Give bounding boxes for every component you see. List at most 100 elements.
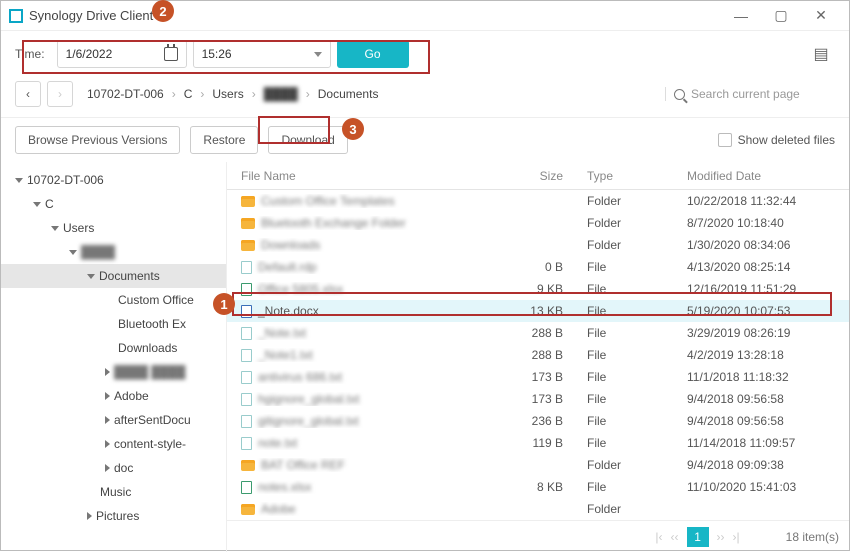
crumb-host[interactable]: 10702-DT-006 xyxy=(87,87,164,101)
tree-item[interactable]: Music xyxy=(1,480,226,504)
tree-item[interactable]: ████ xyxy=(1,240,226,264)
browse-versions-button[interactable]: Browse Previous Versions xyxy=(15,126,180,154)
time-value: 15:26 xyxy=(202,47,232,61)
crumb-users[interactable]: Users xyxy=(212,87,243,101)
show-deleted-label: Show deleted files xyxy=(738,133,835,147)
restore-button[interactable]: Restore xyxy=(190,126,258,154)
col-size[interactable]: Size xyxy=(501,169,581,183)
crumb-documents[interactable]: Documents xyxy=(318,87,379,101)
file-size: 119 B xyxy=(501,436,581,450)
file-type: Folder xyxy=(581,458,681,472)
file-type: File xyxy=(581,326,681,340)
tree-item[interactable]: afterSentDocu xyxy=(1,408,226,432)
table-row[interactable]: hgignore_global.txt173 BFile9/4/2018 09:… xyxy=(227,388,849,410)
chevron-right-icon[interactable] xyxy=(105,464,110,472)
chevron-right-icon[interactable] xyxy=(87,512,92,520)
folder-icon xyxy=(241,504,255,515)
tree-item[interactable]: Downloads xyxy=(1,336,226,360)
table-row[interactable]: BAT Office REFFolder9/4/2018 09:09:38 xyxy=(227,454,849,476)
table-row[interactable]: Default.rdp0 BFile4/13/2020 08:25:14 xyxy=(227,256,849,278)
table-row[interactable]: gitignore_global.txt236 BFile9/4/2018 09… xyxy=(227,410,849,432)
chevron-right-icon[interactable] xyxy=(105,416,110,424)
tree-item[interactable]: Documents xyxy=(1,264,226,288)
tree-item[interactable]: Pictures xyxy=(1,504,226,528)
chevron-down-icon[interactable] xyxy=(51,226,59,231)
show-deleted-checkbox[interactable] xyxy=(718,133,732,147)
table-row[interactable]: notes.xlsx8 KBFile11/10/2020 15:41:03 xyxy=(227,476,849,498)
tree-item[interactable]: content-style- xyxy=(1,432,226,456)
table-row[interactable]: _Note.docx13 KBFile5/19/2020 10:07:53 xyxy=(227,300,849,322)
nav-back-button[interactable]: ‹ xyxy=(15,81,41,107)
window-maximize-button[interactable]: ▢ xyxy=(761,7,801,24)
tree-item-label: ████ ████ xyxy=(114,365,185,379)
col-date[interactable]: Modified Date xyxy=(681,169,841,183)
file-type: File xyxy=(581,370,681,384)
go-button[interactable]: Go xyxy=(337,40,409,68)
chevron-down-icon[interactable] xyxy=(87,274,95,279)
file-icon xyxy=(241,349,252,362)
table-row[interactable]: antivirus 686.txt173 BFile11/1/2018 11:1… xyxy=(227,366,849,388)
pager-prev-button[interactable]: ‹‹ xyxy=(671,530,679,544)
pager-total: 18 item(s) xyxy=(786,530,839,544)
pager-next-button[interactable]: ›› xyxy=(717,530,725,544)
chevron-down-icon[interactable] xyxy=(15,178,23,183)
calendar-icon[interactable] xyxy=(164,47,178,61)
crumb-user[interactable]: ████ xyxy=(264,87,298,101)
tree-item-label: Downloads xyxy=(118,341,177,355)
tree-item[interactable]: ████ ████ xyxy=(1,360,226,384)
tree-item[interactable]: Users xyxy=(1,216,226,240)
tree-item-label: Users xyxy=(63,221,94,235)
file-type: File xyxy=(581,436,681,450)
file-icon xyxy=(241,481,252,494)
file-icon xyxy=(241,437,252,450)
table-row[interactable]: DownloadsFolder1/30/2020 08:34:06 xyxy=(227,234,849,256)
tree-item-label: doc xyxy=(114,461,133,475)
file-type: File xyxy=(581,480,681,494)
chevron-right-icon[interactable] xyxy=(105,392,110,400)
col-name[interactable]: File Name xyxy=(235,169,501,183)
pager-last-button[interactable]: ›| xyxy=(733,530,740,544)
folder-tree[interactable]: 10702-DT-006C Users ████DocumentsCustom Of… xyxy=(1,162,227,552)
date-input[interactable]: 1/6/2022 xyxy=(57,40,187,68)
table-row[interactable]: Custom Office TemplatesFolder10/22/2018 … xyxy=(227,190,849,212)
chevron-down-icon[interactable] xyxy=(33,202,41,207)
table-row[interactable]: _Note.txt288 BFile3/29/2019 08:26:19 xyxy=(227,322,849,344)
nav-forward-button[interactable]: › xyxy=(47,81,73,107)
file-date: 11/10/2020 15:41:03 xyxy=(681,480,841,494)
file-name: _Note.docx xyxy=(258,304,319,318)
file-name: antivirus 686.txt xyxy=(258,370,342,384)
tree-item[interactable]: doc xyxy=(1,456,226,480)
table-row[interactable]: Bluetooth Exchange FolderFolder8/7/2020 … xyxy=(227,212,849,234)
chevron-down-icon[interactable] xyxy=(69,250,77,255)
file-size: 288 B xyxy=(501,326,581,340)
card-view-icon[interactable]: ▤ xyxy=(807,40,835,68)
window-close-button[interactable]: ✕ xyxy=(801,7,841,24)
file-date: 10/22/2018 11:32:44 xyxy=(681,194,841,208)
window-minimize-button[interactable]: — xyxy=(721,8,761,24)
table-row[interactable]: AdobeFolder xyxy=(227,498,849,520)
download-button[interactable]: Download xyxy=(268,126,347,154)
search-icon xyxy=(674,89,685,100)
chevron-right-icon[interactable] xyxy=(105,368,110,376)
tree-item[interactable]: Bluetooth Ex xyxy=(1,312,226,336)
crumb-sep: › xyxy=(172,87,176,101)
tree-item[interactable]: Adobe xyxy=(1,384,226,408)
crumb-drive[interactable]: C xyxy=(184,87,193,101)
callout-1: 1 xyxy=(213,293,235,315)
table-row[interactable]: Office 5805.xlsx9 KBFile12/16/2019 11:51… xyxy=(227,278,849,300)
tree-item[interactable]: Custom Office xyxy=(1,288,226,312)
pager-first-button[interactable]: |‹ xyxy=(655,530,662,544)
search-input[interactable]: Search current page xyxy=(665,87,835,101)
tree-item[interactable]: 10702-DT-006 xyxy=(1,168,226,192)
tree-item[interactable]: C xyxy=(1,192,226,216)
table-row[interactable]: note.txt119 BFile11/14/2018 11:09:57 xyxy=(227,432,849,454)
file-date: 11/14/2018 11:09:57 xyxy=(681,436,841,450)
file-size: 236 B xyxy=(501,414,581,428)
table-row[interactable]: _Note1.txt288 BFile4/2/2019 13:28:18 xyxy=(227,344,849,366)
file-name: _Note.txt xyxy=(258,326,306,340)
chevron-right-icon[interactable] xyxy=(105,440,110,448)
col-type[interactable]: Type xyxy=(581,169,681,183)
time-dropdown[interactable]: 15:26 xyxy=(193,40,331,68)
file-type: File xyxy=(581,282,681,296)
file-size: 173 B xyxy=(501,392,581,406)
